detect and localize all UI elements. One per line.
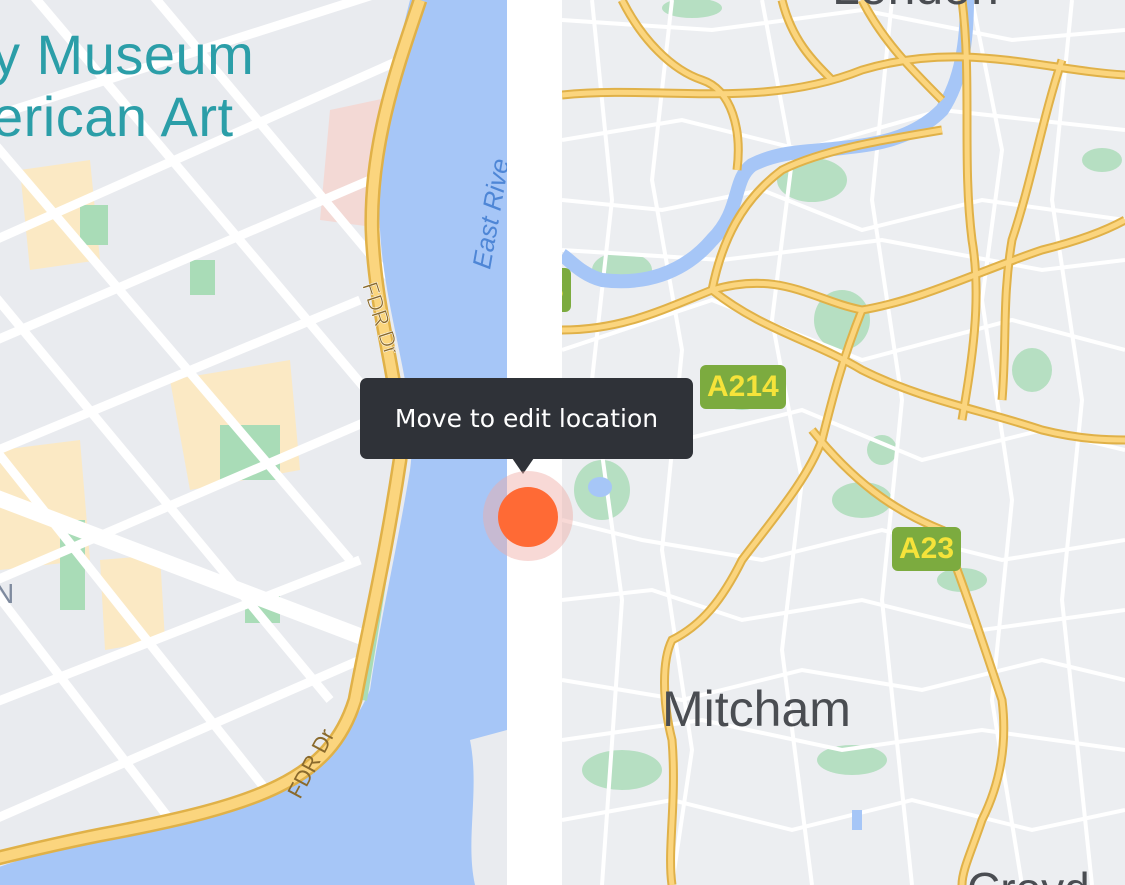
museum-label-line-2: erican Art [0,85,234,148]
town-label-mitcham: Mitcham [662,681,851,737]
location-pin-handle[interactable] [498,487,558,547]
road-shield-a23: A23 [892,527,962,571]
museum-label-line-1: y Museum [0,23,255,86]
city-label-croydon: Croyd [967,863,1090,885]
pond [852,810,862,830]
tooltip-text: Move to edit location [394,404,659,433]
city-label-london: London [832,0,999,15]
edit-location-tooltip: Move to edit location [360,378,693,459]
park-area [80,205,108,245]
district-label: N [0,578,15,609]
park-area [190,260,215,295]
opposite-shore [470,730,507,885]
road-shield-partial: 3 [562,268,571,312]
road-shield-a214: A214 [700,365,786,409]
pond [588,477,612,497]
